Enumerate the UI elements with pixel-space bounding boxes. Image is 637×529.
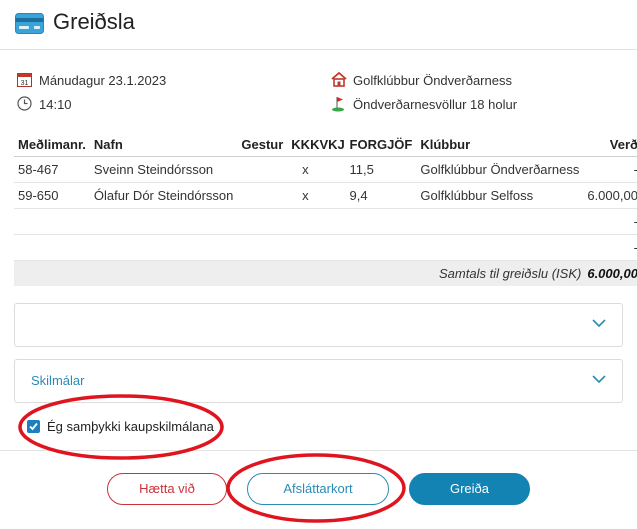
table-cell: - bbox=[583, 208, 637, 235]
column-header: Klúbbur bbox=[416, 133, 584, 157]
discount-card-button[interactable]: Afsláttarkort bbox=[247, 473, 389, 505]
footer-divider bbox=[0, 450, 637, 451]
page-title: Greiðsla bbox=[53, 9, 135, 34]
table-cell: x bbox=[287, 182, 338, 209]
chevron-down-icon[interactable] bbox=[592, 319, 606, 327]
table-cell: Ólafur Dór Steindórsson bbox=[89, 182, 238, 209]
table-cell bbox=[237, 156, 288, 183]
table-cell bbox=[337, 182, 346, 209]
date-text: Mánudagur 23.1.2023 bbox=[39, 73, 167, 88]
table-row: - bbox=[14, 208, 637, 235]
checkmark-icon bbox=[29, 422, 38, 431]
consent-checkbox[interactable] bbox=[27, 420, 40, 433]
pay-button[interactable]: Greiða bbox=[409, 473, 530, 505]
column-header: Meðlimanr. bbox=[14, 133, 90, 157]
cancel-button[interactable]: Hætta við bbox=[107, 473, 227, 505]
total-value: 6.000,00 bbox=[587, 265, 637, 281]
collapsed-panel[interactable] bbox=[14, 303, 623, 347]
table-cell: Golfklúbbur Öndverðarness bbox=[416, 156, 584, 183]
consent-label[interactable]: Ég samþykki kaupskilmálana bbox=[47, 419, 214, 434]
table-cell: Sveinn Steindórsson bbox=[89, 156, 238, 183]
chevron-down-icon[interactable] bbox=[592, 375, 606, 383]
column-header: KK bbox=[287, 133, 311, 157]
table-header-row: Meðlimanr. Nafn Gestur KK KVK J FORGJÖF … bbox=[14, 133, 637, 157]
table-cell: Golfklúbbur Selfoss bbox=[416, 182, 584, 209]
column-header: KVK bbox=[310, 133, 338, 157]
time-text: 14:10 bbox=[39, 97, 72, 112]
total-cell: Samtals til greiðslu (ISK) 6.000,00 bbox=[14, 260, 637, 286]
column-header: Gestur bbox=[237, 133, 288, 157]
table-row: - bbox=[14, 234, 637, 261]
table-cell bbox=[337, 156, 346, 183]
dialog-header: Greiðsla bbox=[0, 0, 637, 50]
total-row: Samtals til greiðslu (ISK) 6.000,00 bbox=[14, 260, 637, 286]
column-header: Nafn bbox=[89, 133, 238, 157]
column-header: J bbox=[337, 133, 346, 157]
table-cell: x bbox=[287, 156, 338, 183]
terms-label[interactable]: Skilmálar bbox=[31, 373, 84, 388]
column-header: Verð bbox=[583, 133, 637, 157]
table-cell bbox=[14, 234, 584, 261]
course-text: Öndverðarnesvöllur 18 holur bbox=[353, 97, 518, 112]
table-cell: 11,5 bbox=[345, 156, 417, 183]
table-cell bbox=[237, 182, 288, 209]
column-header: FORGJÖF bbox=[345, 133, 417, 157]
svg-text:31: 31 bbox=[21, 80, 29, 87]
table-cell: 6.000,00 bbox=[583, 182, 637, 209]
table-cell: 58-467 bbox=[14, 156, 90, 183]
table-row: 59-650 Ólafur Dór Steindórsson x 9,4 Gol… bbox=[14, 182, 637, 209]
golf-flag-icon bbox=[332, 97, 344, 112]
terms-panel[interactable]: Skilmálar bbox=[14, 359, 623, 403]
players-table: Meðlimanr. Nafn Gestur KK KVK J FORGJÖF … bbox=[14, 133, 637, 286]
table-cell: - bbox=[583, 234, 637, 261]
club-text: Golfklúbbur Öndverðarness bbox=[353, 73, 512, 88]
table-cell: 59-650 bbox=[14, 182, 90, 209]
calendar-icon: 31 bbox=[17, 73, 32, 87]
credit-card-icon bbox=[15, 13, 44, 34]
table-cell: 9,4 bbox=[345, 182, 417, 209]
table-cell bbox=[14, 208, 584, 235]
table-row: 58-467 Sveinn Steindórsson x 11,5 Golfkl… bbox=[14, 156, 637, 183]
clock-icon bbox=[17, 96, 32, 111]
clubhouse-icon bbox=[331, 72, 347, 87]
table-cell: - bbox=[583, 156, 637, 183]
total-label: Samtals til greiðslu (ISK) bbox=[439, 265, 582, 281]
